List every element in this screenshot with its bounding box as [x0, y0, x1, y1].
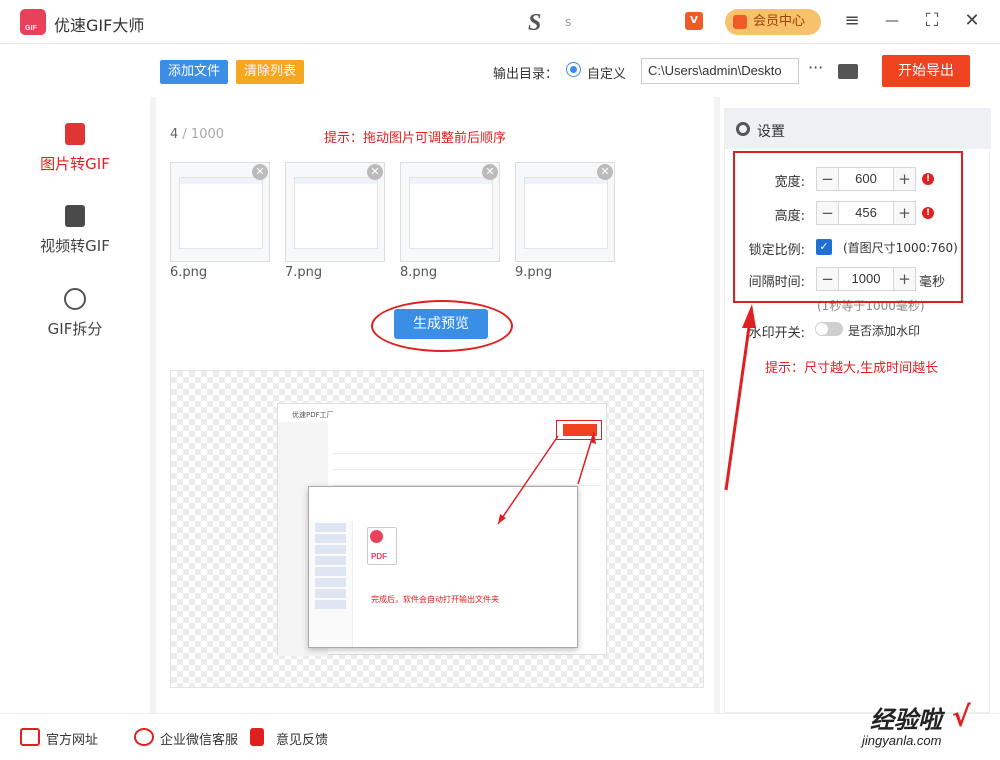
- member-center-button[interactable]: 会员中心: [725, 9, 821, 35]
- wechat-icon: [134, 728, 154, 746]
- maximize-icon[interactable]: ⛶: [920, 9, 944, 33]
- menu-icon[interactable]: ≡: [840, 9, 864, 33]
- video-icon: [65, 205, 85, 227]
- custom-radio-label: 自定义: [587, 67, 627, 82]
- settings-panel: 设置 宽度: − 600 + ! 高度: − 456 + ! 锁定比例: ✓ (…: [724, 108, 991, 713]
- watermark-check-icon: √: [952, 700, 971, 733]
- thumbnail-image: [524, 177, 608, 249]
- brand-text: s: [565, 15, 572, 29]
- watermark-toggle[interactable]: [815, 322, 843, 336]
- folder-icon[interactable]: [838, 64, 858, 79]
- generate-preview-button[interactable]: 生成预览: [394, 309, 488, 339]
- remove-thumbnail-icon[interactable]: ✕: [252, 164, 268, 180]
- feedback-link[interactable]: 意见反馈: [250, 728, 329, 748]
- wechat-label: 企业微信客服: [160, 733, 239, 748]
- watermark-logo: 经验啦: [870, 708, 942, 734]
- thumbnail-name: 8.png: [400, 265, 438, 280]
- preview-screenshot: 优速PDF工厂 完成后，软件会自动打开输出文件夹: [277, 403, 607, 656]
- footer: 官方网址 企业微信客服 意见反馈: [0, 713, 1000, 760]
- brand-s-logo: S: [528, 10, 542, 36]
- annotation-arrow: [724, 304, 756, 491]
- watermark-url: jingyanla.com: [862, 733, 942, 748]
- sidebar-item-label: 视频转GIF: [40, 237, 110, 255]
- thumbnail[interactable]: ✕: [285, 162, 385, 262]
- clear-list-button[interactable]: 清除列表: [236, 60, 305, 84]
- app-title: 优速GIF大师: [54, 16, 145, 35]
- sidebar-item-gif-split[interactable]: GIF拆分: [0, 288, 150, 358]
- remove-thumbnail-icon[interactable]: ✕: [367, 164, 383, 180]
- thumbnail[interactable]: ✕: [515, 162, 615, 262]
- output-path-input[interactable]: C:\Users\admin\Deskto: [641, 58, 799, 84]
- thumbnail-name: 6.png: [170, 265, 208, 280]
- file-list-area: 4 / 1000 提示：拖动图片可调整前后顺序 ✕ 6.png ✕ 7.png …: [156, 97, 714, 713]
- sidebar-item-label: GIF拆分: [47, 320, 103, 338]
- sidebar: 图片转GIF 视频转GIF GIF拆分: [0, 45, 150, 713]
- counter-total: / 1000: [178, 127, 225, 142]
- browse-dots-button[interactable]: ···: [808, 58, 823, 77]
- remove-thumbnail-icon[interactable]: ✕: [482, 164, 498, 180]
- settings-highlight-box: [733, 151, 963, 303]
- settings-title: 设置: [757, 124, 785, 140]
- gif-preview-area: 优速PDF工厂 完成后，软件会自动打开输出文件夹: [170, 370, 704, 688]
- thumbnail[interactable]: ✕: [170, 162, 270, 262]
- watermark-note: 是否添加水印: [848, 324, 921, 338]
- thumbnail-image: [409, 177, 493, 249]
- preview-arrows: [497, 431, 596, 525]
- feedback-label: 意见反馈: [276, 733, 329, 748]
- thumbnail[interactable]: ✕: [400, 162, 500, 262]
- vip-badge-icon[interactable]: V: [685, 12, 703, 30]
- title-bar: 优速GIF大师 S s V 会员中心 ≡ — ⛶ ✕: [0, 0, 1000, 44]
- add-file-button[interactable]: 添加文件: [160, 60, 229, 84]
- settings-header: 设置: [725, 109, 991, 149]
- main-panel: 4 / 1000 提示：拖动图片可调整前后顺序 ✕ 6.png ✕ 7.png …: [150, 97, 720, 713]
- image-icon: [65, 123, 85, 145]
- custom-radio[interactable]: [566, 62, 581, 77]
- drag-hint: 提示：拖动图片可调整前后顺序: [324, 131, 507, 146]
- thumbnail-image: [294, 177, 378, 249]
- thumbnail-name: 9.png: [515, 265, 553, 280]
- wechat-support-link[interactable]: 企业微信客服: [134, 728, 239, 748]
- close-icon[interactable]: ✕: [960, 9, 984, 33]
- website-label: 官方网址: [46, 733, 99, 748]
- thumbnail-image: [179, 177, 263, 249]
- sidebar-item-image-to-gif[interactable]: 图片转GIF: [0, 123, 150, 193]
- website-link[interactable]: 官方网址: [20, 728, 99, 748]
- toolbar: 添加文件 清除列表 输出目录： 自定义 C:\Users\admin\Deskt…: [150, 45, 1000, 97]
- sidebar-item-label: 图片转GIF: [40, 155, 110, 173]
- output-dir-label: 输出目录：: [493, 67, 559, 82]
- split-icon: [64, 288, 86, 310]
- app-logo-icon: [20, 9, 46, 35]
- feedback-icon: [250, 728, 264, 746]
- file-counter: 4 / 1000: [170, 127, 224, 142]
- start-export-button[interactable]: 开始导出: [882, 55, 970, 87]
- website-icon: [20, 728, 40, 746]
- minimize-icon[interactable]: —: [880, 9, 904, 33]
- sidebar-item-video-to-gif[interactable]: 视频转GIF: [0, 205, 150, 275]
- thumbnail-name: 7.png: [285, 265, 323, 280]
- gear-icon: [736, 122, 750, 136]
- remove-thumbnail-icon[interactable]: ✕: [597, 164, 613, 180]
- size-tip: 提示：尺寸越大,生成时间越长: [765, 361, 939, 376]
